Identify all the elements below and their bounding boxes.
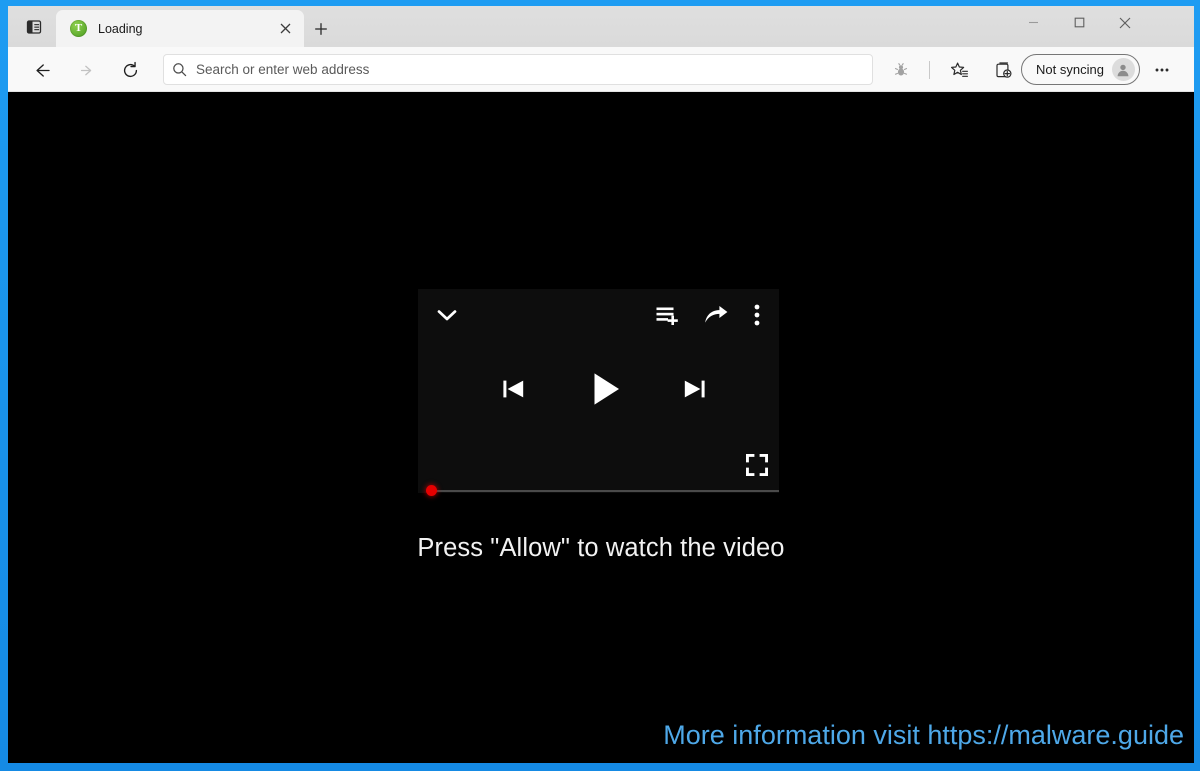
forward-glyph: [80, 65, 91, 75]
more-settings-icon[interactable]: [1146, 54, 1178, 86]
overflow-menu-icon[interactable]: [745, 298, 769, 332]
tab-strip: T Loading: [8, 6, 1194, 47]
page-content: Press "Allow" to watch the video More in…: [8, 92, 1194, 763]
toolbar-divider: [929, 61, 930, 79]
queue-glyph: [656, 307, 678, 325]
fullscreen-glyph: [746, 454, 768, 476]
favicon-letter: T: [74, 22, 83, 34]
plus-icon: [315, 23, 327, 35]
close-icon[interactable]: [274, 18, 296, 40]
sync-status-button[interactable]: Not syncing: [1021, 54, 1140, 85]
chevron-down-icon[interactable]: [430, 299, 464, 331]
new-tab-button[interactable]: [308, 16, 334, 42]
fullscreen-icon[interactable]: [740, 448, 774, 482]
progress-track: [430, 490, 779, 492]
back-glyph: [35, 63, 50, 77]
collections-glyph: [995, 61, 1012, 78]
minimize-button[interactable]: [1010, 6, 1056, 39]
magnifier-glyph: [172, 63, 186, 77]
favorites-star-icon[interactable]: [943, 54, 975, 86]
ellipsis-glyph: [1155, 68, 1169, 72]
previous-track-icon[interactable]: [497, 372, 531, 406]
progress-thumb[interactable]: [426, 485, 437, 496]
browser-window: T Loading Search or enter web address No…: [8, 6, 1194, 763]
watermark-text: More information visit https://malware.g…: [663, 720, 1184, 750]
close-button[interactable]: [1102, 6, 1148, 39]
green-circle-t-favicon: T: [70, 20, 87, 37]
forward-arrow-icon[interactable]: [70, 54, 102, 86]
share-glyph: [705, 306, 728, 323]
window-frame: T Loading Search or enter web address No…: [0, 0, 1200, 771]
tracker-bug-glyph: [894, 63, 908, 76]
search-input[interactable]: [194, 55, 872, 84]
tracking-prevention-icon[interactable]: [885, 54, 917, 86]
reload-glyph: [123, 61, 137, 77]
maximize-icon: [1074, 17, 1084, 28]
address-bar[interactable]: [163, 54, 873, 85]
play-icon[interactable]: [584, 367, 628, 411]
next-glyph: [684, 380, 705, 398]
video-player-widget: [418, 289, 779, 496]
share-arrow-icon[interactable]: [699, 298, 733, 332]
profile-avatar-icon: [1111, 58, 1135, 81]
tab-title: Loading: [98, 21, 143, 36]
reload-icon[interactable]: [114, 54, 146, 86]
back-arrow-icon[interactable]: [26, 54, 58, 86]
sync-status-label: Not syncing: [1036, 62, 1104, 77]
search-icon: [164, 62, 194, 77]
chevron-down-glyph: [437, 310, 457, 321]
vertical-tabs-icon[interactable]: [16, 12, 52, 42]
navigation-toolbar: Not syncing: [8, 47, 1194, 92]
progress-bar[interactable]: [418, 485, 779, 496]
player-top-bar: [418, 289, 779, 341]
favorites-glyph: [950, 62, 968, 77]
tab[interactable]: T Loading: [56, 10, 304, 47]
add-to-queue-icon[interactable]: [651, 298, 685, 332]
allow-prompt-text: Press "Allow" to watch the video: [417, 534, 785, 562]
close-glyph: [280, 23, 290, 34]
minimize-icon: [1028, 21, 1038, 24]
previous-glyph: [503, 380, 524, 398]
collections-icon[interactable]: [987, 54, 1019, 86]
close-window-icon: [1119, 17, 1131, 28]
maximize-button[interactable]: [1056, 6, 1102, 39]
play-glyph: [594, 373, 619, 405]
vertical-dots-glyph: [754, 304, 760, 326]
next-track-icon[interactable]: [677, 372, 711, 406]
avatar-glyph: [1118, 64, 1129, 76]
vertical-tabs-glyph: [26, 20, 42, 34]
